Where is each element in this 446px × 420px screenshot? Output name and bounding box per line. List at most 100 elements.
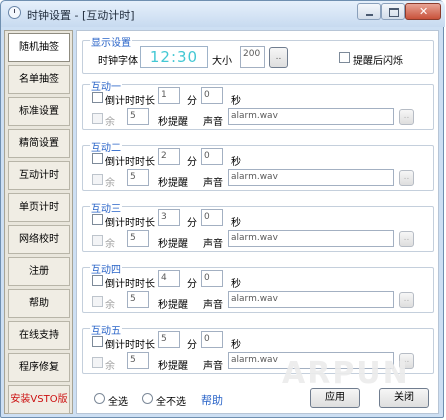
group-3-minutes-input[interactable]: 3 — [158, 209, 180, 226]
group-1-seconds-input[interactable]: 0 — [201, 87, 223, 104]
close-icon: ✕ — [419, 5, 429, 18]
group-4-minutes-input[interactable]: 4 — [158, 270, 180, 287]
group-4-remind-checkbox[interactable] — [92, 296, 103, 307]
group-4-sound-file-input[interactable]: alarm.wav — [228, 291, 394, 308]
sidebar-item-interactive-timer[interactable]: 互动计时 — [8, 161, 70, 190]
group-5-sound-label: 声音 — [203, 361, 223, 372]
sidebar: 随机抽签 名单抽签 标准设置 精简设置 互动计时 单页计时 网络校时 注册 帮助… — [4, 30, 73, 414]
sidebar-item-online-support[interactable]: 在线支持 — [8, 321, 70, 350]
select-all-radio[interactable] — [94, 393, 105, 404]
group-4-countdown-checkbox[interactable] — [92, 275, 103, 286]
sidebar-item-page-timer[interactable]: 单页计时 — [8, 193, 70, 222]
group-5-remain-label: 余 — [105, 361, 115, 372]
sidebar-item-compact-settings[interactable]: 精简设置 — [8, 129, 70, 158]
minimize-button[interactable] — [357, 3, 381, 20]
group-3-remain-label: 余 — [105, 239, 115, 250]
close-window-button[interactable]: ✕ — [405, 3, 441, 20]
sidebar-item-register[interactable]: 注册 — [8, 257, 70, 286]
group-2-countdown-label: 倒计时时长 — [105, 157, 155, 168]
group-1-remain-label: 余 — [105, 117, 115, 128]
watermark: ARPUN — [282, 356, 410, 391]
sidebar-item-network-time[interactable]: 网络校时 — [8, 225, 70, 254]
group-5-countdown-checkbox[interactable] — [92, 336, 103, 347]
group-1-legend: 互动一 — [90, 78, 122, 93]
group-5-countdown-label: 倒计时时长 — [105, 340, 155, 351]
sidebar-item-random-draw[interactable]: 随机抽签 — [8, 33, 70, 62]
clock-app-icon — [8, 6, 21, 19]
group-1-minutes-input[interactable]: 1 — [158, 87, 180, 104]
group-2-sound-label: 声音 — [203, 178, 223, 189]
group-5-remind-label: 秒提醒 — [158, 361, 188, 372]
group-1-sound-label: 声音 — [203, 117, 223, 128]
group-3-minutes-unit: 分 — [187, 218, 197, 229]
group-5-seconds-unit: 秒 — [231, 340, 241, 351]
group-1-seconds-unit: 秒 — [231, 96, 241, 107]
sidebar-item-install-vsto[interactable]: 安装VSTO版 — [8, 385, 70, 414]
group-2-remind-label: 秒提醒 — [158, 178, 188, 189]
group-4-sound-browse-button[interactable]: .. — [399, 292, 414, 308]
settings-panel: 显示设置 时钟字体 12:30 大小 200 .. 提醒后闪烁 互动一 倒计时时… — [76, 30, 439, 414]
group-5-remind-seconds-input[interactable]: 5 — [127, 352, 149, 369]
title-bar[interactable]: 时钟设置 - [互动计时] ✕ — [1, 1, 445, 27]
group-5-remind-checkbox[interactable] — [92, 357, 103, 368]
group-1-countdown-checkbox[interactable] — [92, 92, 103, 103]
group-2-sound-browse-button[interactable]: .. — [399, 170, 414, 186]
group-2-sound-file-input[interactable]: alarm.wav — [228, 169, 394, 186]
group-5-minutes-input[interactable]: 5 — [158, 331, 180, 348]
group-5-legend: 互动五 — [90, 322, 122, 337]
group-5-minutes-unit: 分 — [187, 340, 197, 351]
group-4-seconds-unit: 秒 — [231, 279, 241, 290]
apply-button[interactable]: 应用 — [310, 388, 360, 408]
group-1-countdown-label: 倒计时时长 — [105, 96, 155, 107]
select-none-radio[interactable] — [142, 393, 153, 404]
group-2-remind-checkbox[interactable] — [92, 174, 103, 185]
maximize-button[interactable] — [381, 3, 405, 20]
flash-after-remind-label: 提醒后闪烁 — [353, 56, 403, 67]
group-3-seconds-unit: 秒 — [231, 218, 241, 229]
group-3-countdown-checkbox[interactable] — [92, 214, 103, 225]
group-1-sound-browse-button[interactable]: .. — [399, 109, 414, 125]
sidebar-item-standard-settings[interactable]: 标准设置 — [8, 97, 70, 126]
group-2-remain-label: 余 — [105, 178, 115, 189]
maximize-icon — [389, 8, 399, 17]
clock-font-preview[interactable]: 12:30 — [140, 46, 208, 68]
sidebar-item-list-draw[interactable]: 名单抽签 — [8, 65, 70, 94]
group-1-minutes-unit: 分 — [187, 96, 197, 107]
help-link[interactable]: 帮助 — [201, 392, 223, 408]
clock-font-label: 时钟字体 — [98, 56, 138, 67]
group-4-remind-seconds-input[interactable]: 5 — [127, 291, 149, 308]
sidebar-item-repair[interactable]: 程序修复 — [8, 353, 70, 382]
size-label: 大小 — [212, 56, 232, 67]
group-3-remind-checkbox[interactable] — [92, 235, 103, 246]
group-2-minutes-input[interactable]: 2 — [158, 148, 180, 165]
group-2-seconds-unit: 秒 — [231, 157, 241, 168]
select-none-label: 全不选 — [156, 397, 186, 408]
font-browse-button[interactable]: .. — [269, 47, 288, 68]
group-2-minutes-unit: 分 — [187, 157, 197, 168]
group-2-legend: 互动二 — [90, 139, 122, 154]
group-2-remind-seconds-input[interactable]: 5 — [127, 169, 149, 186]
group-4-seconds-input[interactable]: 0 — [201, 270, 223, 287]
group-3-remind-label: 秒提醒 — [158, 239, 188, 250]
group-4-minutes-unit: 分 — [187, 279, 197, 290]
window-title: 时钟设置 - [互动计时] — [27, 9, 135, 22]
group-1-remind-seconds-input[interactable]: 5 — [127, 108, 149, 125]
group-3-sound-browse-button[interactable]: .. — [399, 231, 414, 247]
group-3-seconds-input[interactable]: 0 — [201, 209, 223, 226]
group-3-sound-label: 声音 — [203, 239, 223, 250]
sidebar-item-help[interactable]: 帮助 — [8, 289, 70, 318]
flash-after-remind-checkbox[interactable] — [339, 52, 350, 63]
group-2-seconds-input[interactable]: 0 — [201, 148, 223, 165]
group-4-countdown-label: 倒计时时长 — [105, 279, 155, 290]
group-5-seconds-input[interactable]: 0 — [201, 331, 223, 348]
group-3-remind-seconds-input[interactable]: 5 — [127, 230, 149, 247]
group-1-remind-label: 秒提醒 — [158, 117, 188, 128]
group-2-countdown-checkbox[interactable] — [92, 153, 103, 164]
group-4-sound-label: 声音 — [203, 300, 223, 311]
group-1-sound-file-input[interactable]: alarm.wav — [228, 108, 394, 125]
group-1-remind-checkbox[interactable] — [92, 113, 103, 124]
select-all-label: 全选 — [108, 397, 128, 408]
size-input[interactable]: 200 — [240, 46, 265, 68]
close-button[interactable]: 关闭 — [379, 388, 429, 408]
group-3-sound-file-input[interactable]: alarm.wav — [228, 230, 394, 247]
